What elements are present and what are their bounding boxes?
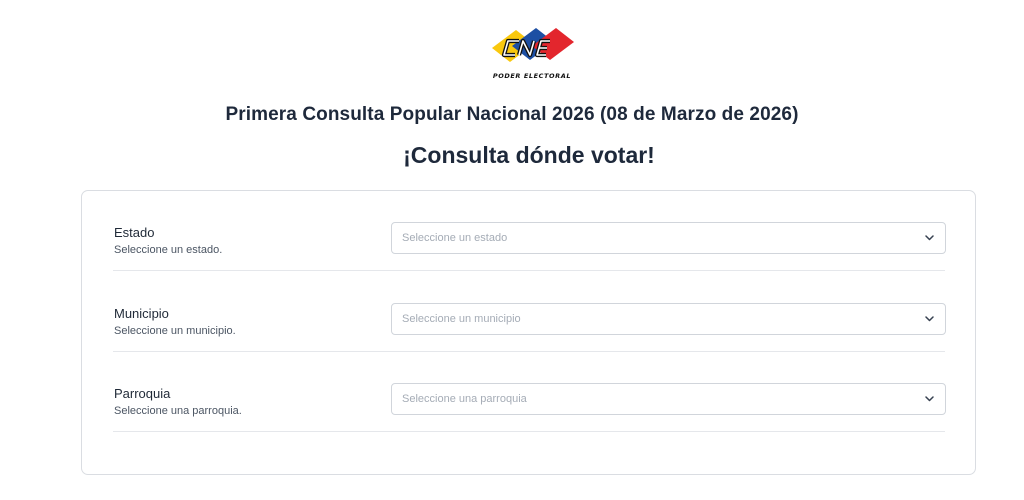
polling-place-form: Estado Seleccione un estado. Seleccione … <box>81 190 976 475</box>
parroquia-select[interactable]: Seleccione una parroquia <box>391 383 946 415</box>
page: PODER ELECTORAL Primera Consulta Popular… <box>0 0 1024 500</box>
chevron-down-icon <box>925 396 934 402</box>
estado-row: Estado Seleccione un estado. Seleccione … <box>113 191 946 271</box>
municipio-label: Municipio <box>114 306 169 321</box>
chevron-down-icon <box>925 235 934 241</box>
cne-logo: PODER ELECTORAL <box>486 26 578 84</box>
municipio-help-text: Seleccione un municipio. <box>114 325 236 337</box>
municipio-select-placeholder: Seleccione un municipio <box>402 313 521 325</box>
parroquia-select-placeholder: Seleccione una parroquia <box>402 393 527 405</box>
page-title: Primera Consulta Popular Nacional 2026 (… <box>225 104 799 125</box>
parroquia-row: Parroquia Seleccione una parroquia. Sele… <box>113 352 946 432</box>
municipio-row: Municipio Seleccione un municipio. Selec… <box>113 272 946 352</box>
estado-select-placeholder: Seleccione un estado <box>402 232 508 244</box>
chevron-down-icon <box>925 316 934 322</box>
cne-logo-mark <box>492 28 574 62</box>
estado-select[interactable]: Seleccione un estado <box>391 222 946 254</box>
parroquia-help-text: Seleccione una parroquia. <box>114 405 242 417</box>
estado-label: Estado <box>114 225 155 240</box>
estado-help-text: Seleccione un estado. <box>114 244 223 256</box>
page-subtitle: ¡Consulta dónde votar! <box>403 142 655 168</box>
parroquia-label: Parroquia <box>114 386 171 401</box>
logo-tagline: PODER ELECTORAL <box>492 72 572 80</box>
municipio-select[interactable]: Seleccione un municipio <box>391 303 946 335</box>
